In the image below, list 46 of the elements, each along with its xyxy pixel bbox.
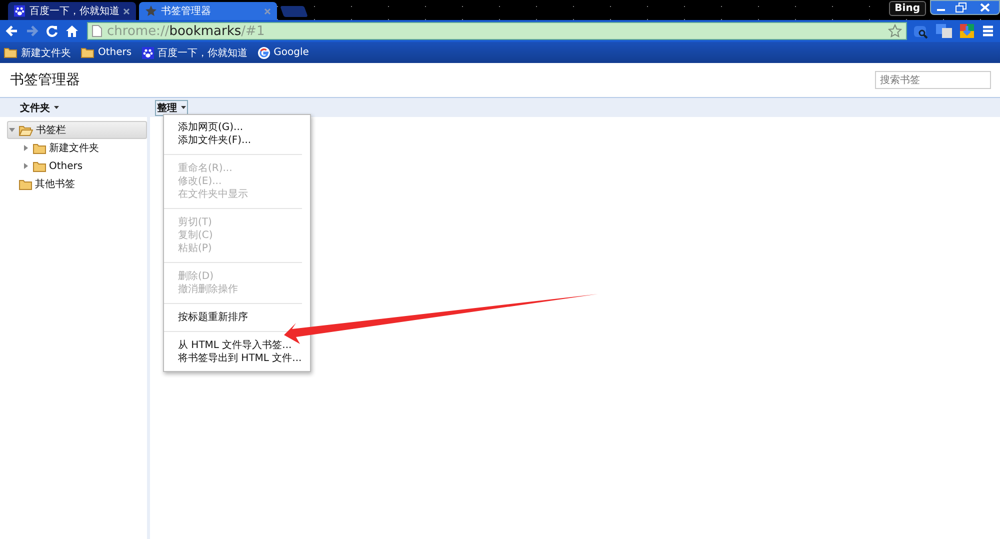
folder-icon [33, 160, 46, 172]
folders-menu-button[interactable]: 文件夹 [20, 100, 150, 114]
star-icon[interactable] [888, 24, 902, 38]
browser-tab[interactable]: 书签管理器 [139, 2, 277, 20]
folder-tree-item[interactable]: 新建文件夹 [21, 139, 147, 157]
open-folder-icon [19, 124, 33, 136]
profile-label[interactable]: Bing [888, 1, 926, 16]
close-icon[interactable] [123, 8, 130, 14]
collapsed-arrow-icon[interactable] [23, 163, 29, 169]
folder-icon [81, 47, 94, 58]
bookmark-item[interactable]: Google [258, 46, 309, 58]
translate-icon[interactable] [935, 23, 953, 39]
page-icon [92, 25, 102, 37]
expanded-arrow-icon[interactable] [9, 127, 15, 133]
bookmark-item[interactable]: Others [81, 47, 132, 58]
menu-item[interactable]: 从 HTML 文件导入书签... [164, 339, 302, 352]
reload-icon[interactable] [45, 24, 59, 38]
bookmark-item[interactable]: 百度一下，你就知道 [142, 46, 248, 60]
magnifier-icon[interactable] [913, 23, 929, 39]
url-text: chrome://bookmarks/#1 [107, 24, 266, 38]
menu-item[interactable]: 按标题重新排序 [164, 311, 302, 324]
caret-icon [181, 106, 186, 109]
folder-icon [19, 178, 32, 190]
download-icon[interactable] [959, 23, 975, 39]
bookmark-item[interactable]: 新建文件夹 [4, 46, 71, 60]
folder-tree-item[interactable]: Others [21, 157, 147, 175]
browser-tab[interactable]: 百度一下，你就知道 [8, 2, 136, 20]
star-icon [145, 5, 157, 17]
folder-tree-item[interactable]: 书签栏 [7, 121, 147, 139]
back-icon[interactable] [5, 24, 19, 38]
menu-item[interactable]: 添加网页(G)... [164, 121, 302, 134]
folder-tree-item[interactable]: 其他书签 [7, 175, 147, 193]
address-bar[interactable]: chrome://bookmarks/#1 [87, 22, 907, 40]
menu-icon[interactable] [981, 24, 995, 38]
menu-item[interactable]: 添加文件夹(F)... [164, 134, 302, 147]
caret-icon [54, 106, 59, 109]
paw-icon [142, 46, 154, 58]
paw-icon [14, 5, 26, 17]
collapsed-arrow-icon[interactable] [23, 145, 29, 151]
menu-item[interactable]: 将书签导出到 HTML 文件... [164, 352, 302, 365]
page-title: 书签管理器 [10, 71, 80, 89]
folder-icon [33, 142, 46, 154]
google-icon [258, 46, 270, 58]
folder-icon [4, 47, 17, 58]
search-field[interactable]: 搜索书签 [875, 71, 991, 89]
home-icon[interactable] [65, 24, 79, 38]
